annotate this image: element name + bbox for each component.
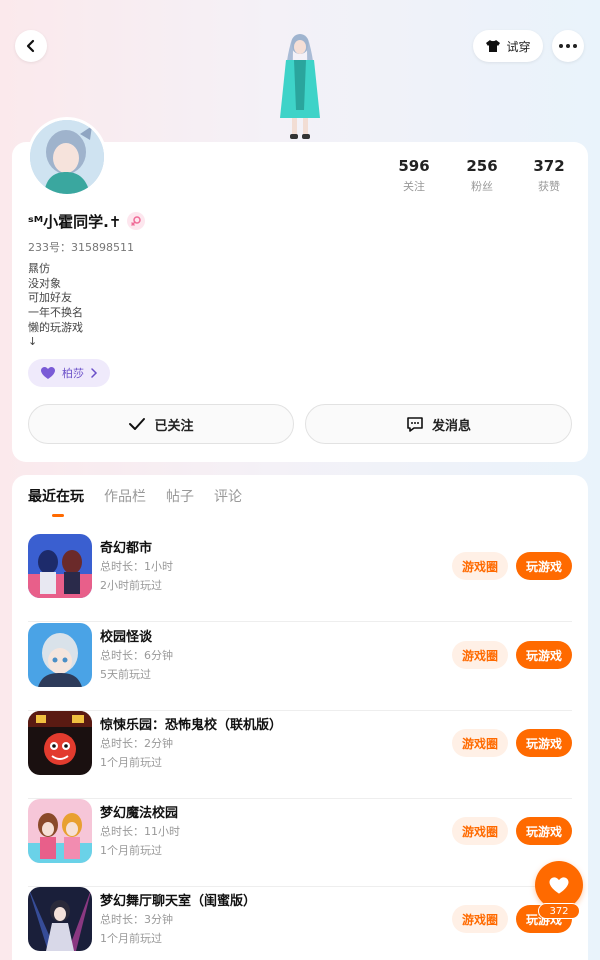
game-last-played: 1个月前玩过 bbox=[100, 756, 162, 769]
try-on-button[interactable]: 试穿 bbox=[473, 30, 543, 62]
tag-label: 柏莎 bbox=[62, 367, 84, 380]
game-circle-button[interactable]: 游戏圈 bbox=[452, 817, 508, 845]
like-count-badge: 372 bbox=[538, 903, 580, 919]
stat-following[interactable]: 596 关注 bbox=[384, 157, 444, 194]
divider bbox=[28, 621, 572, 622]
chevron-right-icon bbox=[91, 368, 98, 378]
user-id: 233号：315898511 bbox=[28, 241, 134, 254]
stat-label: 粉丝 bbox=[471, 180, 493, 193]
back-arrow-icon bbox=[26, 39, 35, 53]
game-row[interactable]: 梦幻魔法校园 总时长：11小时 1个月前玩过 游戏圈 玩游戏 bbox=[28, 799, 572, 887]
game-circle-button[interactable]: 游戏圈 bbox=[452, 729, 508, 757]
game-last-played: 1个月前玩过 bbox=[100, 844, 162, 857]
tab-bar: 最近在玩 作品栏 帖子 评论 bbox=[28, 486, 242, 510]
heart-icon bbox=[41, 367, 55, 379]
stat-value: 596 bbox=[398, 157, 430, 175]
game-circle-button[interactable]: 游戏圈 bbox=[452, 552, 508, 580]
tab-indicator bbox=[52, 514, 64, 517]
game-circle-button[interactable]: 游戏圈 bbox=[452, 905, 508, 933]
like-button[interactable] bbox=[535, 861, 583, 909]
bio-line: 懒的玩游戏 bbox=[28, 320, 83, 334]
stats: 596 关注 256 粉丝 372 获赞 bbox=[384, 157, 584, 197]
bio-line: 一年不换名 bbox=[28, 306, 83, 320]
follow-button[interactable]: 已关注 bbox=[28, 404, 294, 444]
game-title: 梦幻魔法校园 bbox=[100, 806, 179, 821]
stat-value: 372 bbox=[533, 157, 565, 175]
game-title: 校园怪谈 bbox=[100, 630, 153, 645]
bio-line: ↓ bbox=[28, 335, 38, 349]
play-game-button[interactable]: 玩游戏 bbox=[516, 729, 572, 757]
game-icon[interactable] bbox=[28, 623, 92, 687]
stat-label: 关注 bbox=[403, 180, 425, 193]
check-icon bbox=[129, 418, 146, 430]
bio-line: 可加好友 bbox=[28, 291, 72, 305]
game-duration: 总时长：11小时 bbox=[100, 825, 180, 838]
game-last-played: 5天前玩过 bbox=[100, 668, 151, 681]
message-button[interactable]: 发消息 bbox=[305, 404, 572, 444]
game-last-played: 2小时前玩过 bbox=[100, 579, 162, 592]
bio-line: 没对象 bbox=[28, 276, 61, 290]
more-dots-icon bbox=[559, 44, 577, 48]
chat-bubble-icon bbox=[407, 417, 423, 432]
game-icon[interactable] bbox=[28, 799, 92, 863]
game-title: 奇幻都市 bbox=[100, 541, 153, 556]
game-title: 梦幻舞厅聊天室（闺蜜版） bbox=[100, 894, 257, 909]
game-row[interactable]: 梦幻舞厅聊天室（闺蜜版） 总时长：3分钟 1个月前玩过 游戏圈 玩游戏 bbox=[28, 887, 572, 960]
tab-works[interactable]: 作品栏 bbox=[104, 486, 146, 510]
stat-label: 获赞 bbox=[538, 180, 560, 193]
follow-label: 已关注 bbox=[154, 418, 194, 434]
message-label: 发消息 bbox=[431, 418, 471, 434]
game-title: 惊悚乐园：恐怖鬼校（联机版） bbox=[100, 718, 283, 733]
back-button[interactable] bbox=[15, 30, 47, 62]
tab-recently-played[interactable]: 最近在玩 bbox=[28, 486, 84, 510]
tab-comments[interactable]: 评论 bbox=[214, 486, 242, 510]
game-last-played: 1个月前玩过 bbox=[100, 932, 162, 945]
avatar-character-figure[interactable] bbox=[262, 30, 338, 142]
try-on-label: 试穿 bbox=[506, 39, 531, 54]
game-duration: 总时长：3分钟 bbox=[100, 913, 173, 926]
stat-likes[interactable]: 372 获赞 bbox=[519, 157, 579, 194]
game-duration: 总时长：1小时 bbox=[100, 560, 173, 573]
play-game-button[interactable]: 玩游戏 bbox=[516, 552, 572, 580]
game-circle-button[interactable]: 游戏圈 bbox=[452, 641, 508, 669]
nickname-row: ˢᴹ小霍同学.✝ bbox=[28, 210, 146, 232]
avatar[interactable] bbox=[27, 117, 107, 197]
game-icon[interactable] bbox=[28, 534, 92, 598]
tab-posts[interactable]: 帖子 bbox=[166, 486, 194, 510]
game-duration: 总时长：2分钟 bbox=[100, 737, 173, 750]
play-game-button[interactable]: 玩游戏 bbox=[516, 641, 572, 669]
relationship-tag[interactable]: 柏莎 bbox=[28, 359, 110, 387]
game-duration: 总时长：6分钟 bbox=[100, 649, 173, 662]
play-game-button[interactable]: 玩游戏 bbox=[516, 817, 572, 845]
female-gender-icon bbox=[127, 212, 146, 230]
game-row[interactable]: 奇幻都市 总时长：1小时 2小时前玩过 游戏圈 玩游戏 bbox=[28, 534, 572, 622]
more-button[interactable] bbox=[552, 30, 584, 62]
heart-icon bbox=[549, 876, 569, 894]
bio: 㬎仿 没对象 可加好友 一年不换名 懒的玩游戏 ↓ bbox=[28, 262, 83, 350]
game-row[interactable]: 惊悚乐园：恐怖鬼校（联机版） 总时长：2分钟 1个月前玩过 游戏圈 玩游戏 bbox=[28, 711, 572, 799]
stat-followers[interactable]: 256 粉丝 bbox=[452, 157, 512, 194]
stat-value: 256 bbox=[466, 157, 498, 175]
tshirt-icon bbox=[486, 40, 501, 52]
game-icon[interactable] bbox=[28, 887, 92, 951]
bio-line: 㬎仿 bbox=[28, 262, 50, 275]
game-icon[interactable] bbox=[28, 711, 92, 775]
nickname: ˢᴹ小霍同学.✝ bbox=[28, 212, 122, 231]
game-row[interactable]: 校园怪谈 总时长：6分钟 5天前玩过 游戏圈 玩游戏 bbox=[28, 623, 572, 711]
avatar-image bbox=[30, 120, 104, 194]
